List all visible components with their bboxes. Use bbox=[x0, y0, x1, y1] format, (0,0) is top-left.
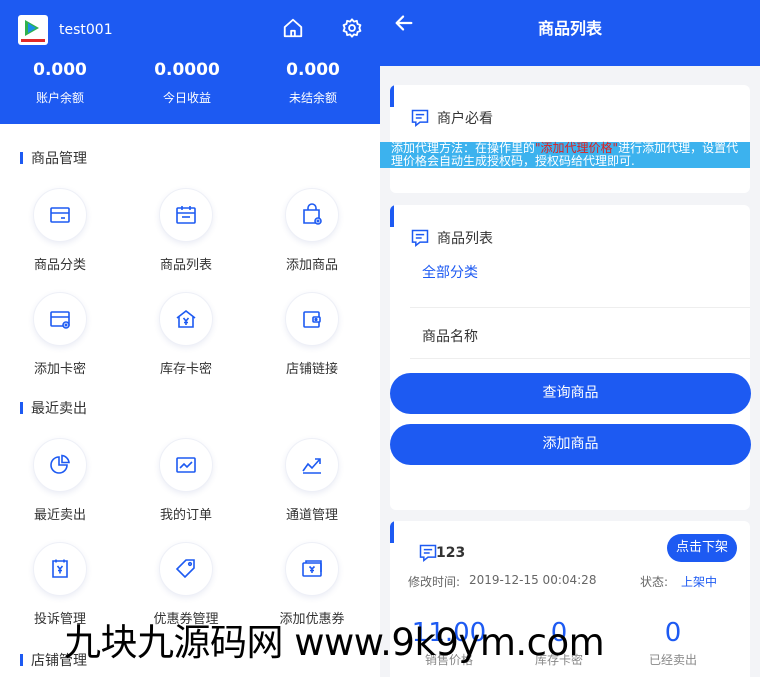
add-product-button[interactable]: 添加商品 bbox=[390, 424, 751, 465]
status-value: 上架中 bbox=[681, 575, 718, 589]
menu-goods-list[interactable]: 商品列表 bbox=[131, 188, 241, 273]
message-icon bbox=[419, 544, 437, 563]
take-offline-button[interactable]: 点击下架 bbox=[667, 534, 737, 562]
modified-time-label: 修改时间: bbox=[408, 575, 461, 589]
menu-my-orders[interactable]: 我的订单 bbox=[131, 438, 241, 523]
menu-goods-category[interactable]: 商品分类 bbox=[5, 188, 115, 273]
dashboard-panel: test001 0.000 账户余额 0.0000 今日收益 0.000 未结余… bbox=[0, 0, 380, 677]
notice-card: 商户必看 bbox=[390, 85, 750, 193]
message-icon bbox=[411, 109, 429, 128]
menu-recent-sales[interactable]: 最近卖出 bbox=[5, 438, 115, 523]
modified-time: 2019-12-15 00:04:28 bbox=[469, 573, 597, 587]
section-title-goods: 商品管理 bbox=[20, 148, 87, 168]
product-name: 123 bbox=[436, 545, 466, 561]
query-products-button[interactable]: 查询商品 bbox=[390, 373, 751, 414]
product-list-header: 商品列表 bbox=[380, 0, 760, 66]
dashboard-header: test001 0.000 账户余额 0.0000 今日收益 0.000 未结余… bbox=[0, 0, 380, 124]
bag-add-icon bbox=[303, 203, 322, 225]
product-name-filter[interactable]: 商品名称 bbox=[422, 326, 478, 346]
message-icon bbox=[411, 229, 429, 248]
section-title-recent-sales: 最近卖出 bbox=[20, 398, 87, 418]
menu-add-card-key[interactable]: 添加卡密 bbox=[5, 292, 115, 377]
product-list-card-title: 商品列表 bbox=[437, 231, 493, 247]
calendar-list-icon bbox=[176, 206, 196, 224]
stat-account-balance: 0.000 账户余额 bbox=[33, 60, 87, 105]
username: test001 bbox=[59, 22, 113, 38]
stat-today-income: 0.0000 今日收益 bbox=[154, 60, 220, 105]
settings-icon[interactable] bbox=[341, 17, 363, 39]
notice-text: 添加代理方法：在操作里的"添加代理价格"进行添加代理，设置代 理价格会自动生成授… bbox=[380, 142, 750, 168]
stat-unsettled-balance: 0.000 未结余额 bbox=[286, 60, 340, 105]
menu-channel-management[interactable]: 通道管理 bbox=[257, 438, 367, 523]
notice-card-title: 商户必看 bbox=[437, 111, 493, 127]
trend-icon bbox=[302, 458, 321, 474]
line-chart-icon bbox=[176, 457, 196, 473]
pie-chart-icon bbox=[50, 454, 70, 474]
app-logo bbox=[18, 15, 48, 45]
watermark: 九块九源码网 www.9k9ym.com bbox=[64, 621, 605, 664]
menu-shop-link[interactable]: 店铺链接 bbox=[257, 292, 367, 377]
tag-icon bbox=[175, 559, 195, 579]
yen-doc-icon bbox=[52, 559, 68, 578]
yen-card-icon bbox=[302, 560, 322, 577]
category-filter[interactable]: 全部分类 bbox=[422, 262, 478, 282]
home-icon[interactable] bbox=[282, 17, 304, 39]
metric-sold: 0 已经卖出 bbox=[648, 618, 697, 667]
status-label: 状态: bbox=[640, 575, 669, 589]
menu-add-goods[interactable]: 添加商品 bbox=[257, 188, 367, 273]
wallet-link-icon bbox=[303, 311, 321, 328]
house-yen-icon bbox=[176, 309, 196, 328]
page-title: 商品列表 bbox=[537, 19, 602, 38]
category-icon bbox=[50, 207, 70, 223]
menu-stock-card-key[interactable]: 库存卡密 bbox=[131, 292, 241, 377]
card-add-icon bbox=[50, 311, 70, 329]
